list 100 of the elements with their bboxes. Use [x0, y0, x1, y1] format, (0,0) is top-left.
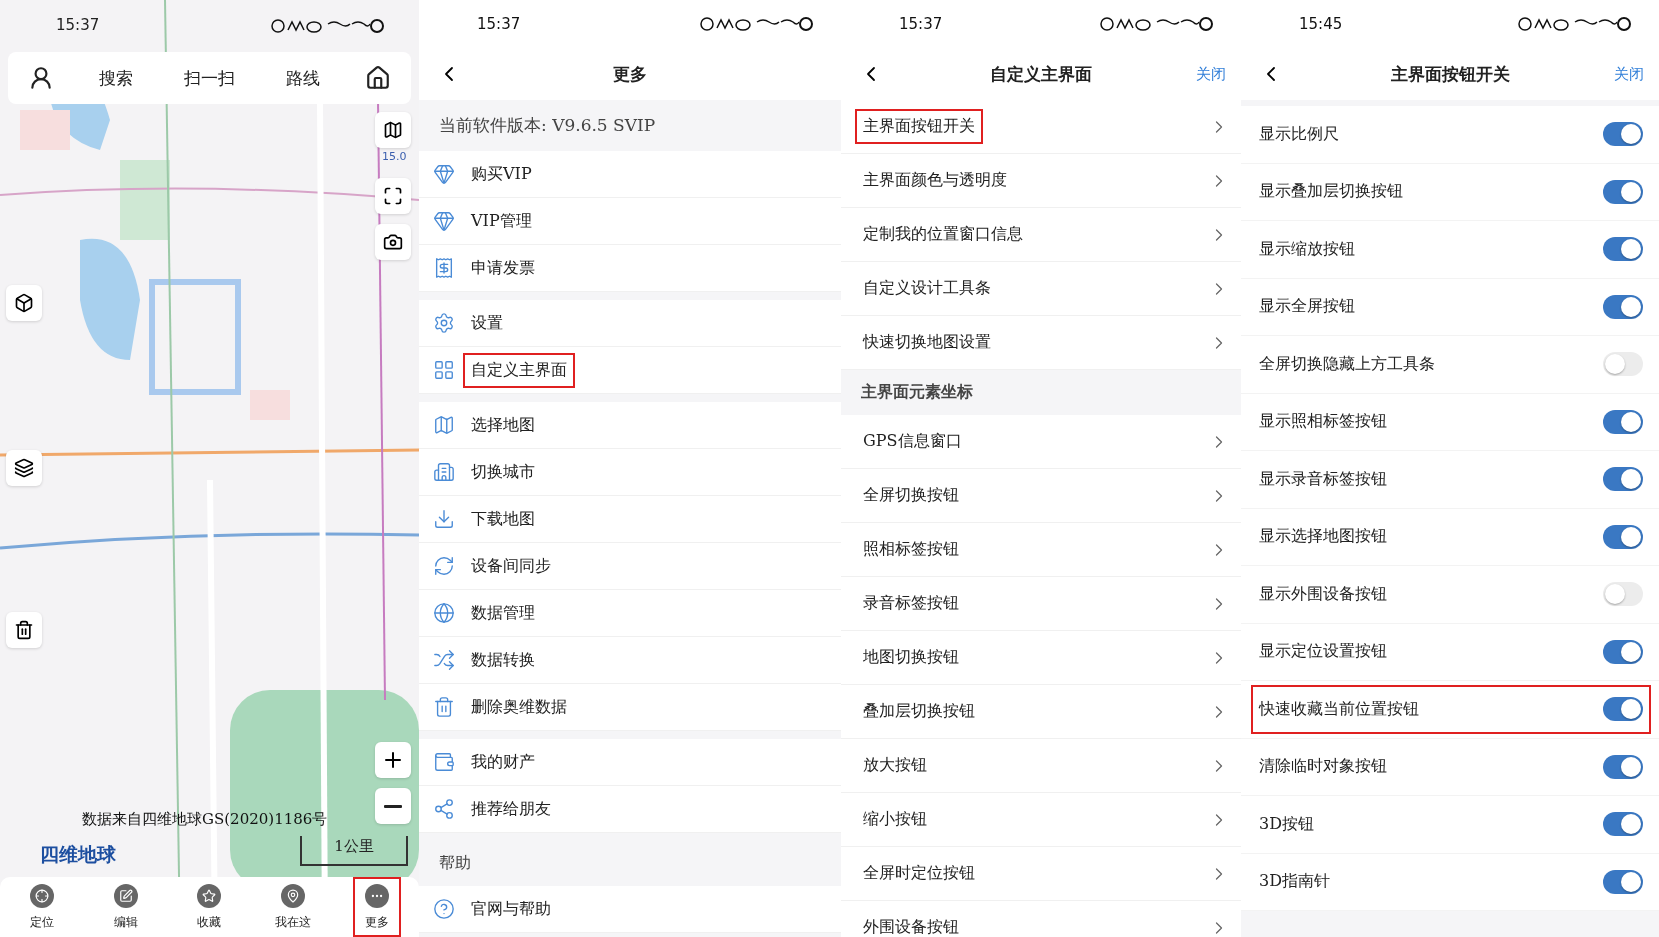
toggle-switch[interactable] [1603, 352, 1643, 377]
shuffle-icon [433, 649, 455, 671]
building-icon [433, 461, 455, 483]
screen-title: 自定义主界面 [989, 62, 1093, 86]
menu-item[interactable]: GPS信息窗口 [855, 424, 970, 459]
setting-label: 3D按钮 [1259, 813, 1314, 835]
menu-item[interactable]: 自定义主界面 [463, 352, 575, 388]
menu-item[interactable]: 数据管理 [463, 595, 543, 631]
close-button[interactable]: 关闭 [1196, 64, 1226, 84]
trash-icon [433, 696, 455, 718]
pin-icon [281, 883, 306, 908]
menu-item[interactable]: 数据转换 [463, 642, 543, 678]
share-icon [433, 798, 455, 820]
nav-tab[interactable]: 定位 [17, 877, 66, 937]
gear-icon [433, 312, 455, 334]
menu-item[interactable]: 推荐给朋友 [463, 791, 559, 827]
crosshair-icon [29, 883, 54, 908]
menu-item[interactable]: 设置 [463, 305, 511, 341]
more-icon [365, 883, 390, 908]
diamond-icon [433, 210, 455, 232]
menu-item[interactable]: 快速切换地图设置 [855, 325, 999, 360]
toggle-switch[interactable] [1603, 179, 1643, 204]
setting-label: 显示定位设置按钮 [1259, 641, 1387, 663]
toggle-switch[interactable] [1603, 237, 1643, 262]
diamond-icon [433, 163, 455, 185]
map-icon [433, 414, 455, 436]
setting-label: 全屏切换隐藏上方工具条 [1259, 353, 1435, 375]
map-attribution: 数据来自四维地球GS(2020)1186号 [82, 810, 328, 829]
menu-item[interactable]: 录音标签按钮 [855, 586, 967, 621]
download-icon [433, 508, 455, 530]
menu-item[interactable]: 主界面按钮开关 [855, 109, 983, 144]
3d-button[interactable] [6, 285, 42, 321]
toggle-switch[interactable] [1603, 754, 1643, 779]
toggle-switch[interactable] [1603, 697, 1643, 722]
setting-label: 3D指南针 [1259, 871, 1330, 893]
nav-tab[interactable]: 我在这 [269, 877, 318, 937]
map-button[interactable] [375, 112, 411, 148]
nav-tab[interactable]: 更多 [353, 877, 402, 937]
menu-item[interactable]: 设备间同步 [463, 548, 559, 584]
zoom-in-button[interactable] [375, 742, 411, 778]
sync-icon [433, 555, 455, 577]
toggle-switch[interactable] [1603, 869, 1643, 894]
toggle-switch[interactable] [1603, 812, 1643, 837]
menu-item[interactable]: 定制我的位置窗口信息 [855, 217, 1031, 252]
close-button[interactable]: 关闭 [1614, 64, 1644, 84]
setting-label: 显示全屏按钮 [1259, 296, 1355, 318]
menu-item[interactable]: 切换城市 [463, 454, 543, 490]
setting-label: 显示录音标签按钮 [1259, 468, 1387, 490]
menu-item[interactable]: VIP管理 [463, 203, 540, 239]
menu-item[interactable]: 外围设备按钮 [855, 910, 967, 937]
nav-tab[interactable]: 编辑 [101, 877, 150, 937]
toolbar-button[interactable]: 路线 [280, 65, 327, 91]
menu-item[interactable]: 主界面颜色与透明度 [855, 163, 1015, 198]
zoom-out-button[interactable] [375, 788, 411, 824]
menu-item[interactable]: 照相标签按钮 [855, 532, 967, 567]
toggle-switch[interactable] [1603, 294, 1643, 319]
menu-item[interactable]: 全屏切换按钮 [855, 478, 967, 513]
menu-item[interactable]: 自定义设计工具条 [855, 271, 999, 306]
help-icon [433, 898, 455, 920]
fullscreen-button[interactable] [375, 178, 411, 214]
status-time: 15:37 [56, 16, 100, 34]
toggle-switch[interactable] [1603, 582, 1643, 607]
setting-label: 显示叠加层切换按钮 [1259, 181, 1403, 203]
scale-bar: 1公里 [300, 836, 408, 866]
toggle-switch[interactable] [1603, 524, 1643, 549]
layers-button[interactable] [6, 450, 42, 486]
screen-title: 更多 [612, 62, 648, 86]
camera-icon [383, 232, 403, 252]
toggle-switch[interactable] [1603, 467, 1643, 492]
toggle-switch[interactable] [1603, 639, 1643, 664]
toolbar-button[interactable]: 扫一扫 [177, 65, 241, 91]
brand-logo: 四维地球 [40, 842, 116, 867]
setting-label: 显示缩放按钮 [1259, 238, 1355, 260]
status-time: 15:45 [1299, 15, 1343, 33]
grid-icon [433, 359, 455, 381]
menu-item[interactable]: 下载地图 [463, 501, 543, 537]
menu-item[interactable]: 购买VIP [463, 156, 540, 192]
menu-item[interactable]: 申请发票 [463, 250, 543, 286]
menu-item[interactable]: 选择地图 [463, 407, 543, 443]
toggle-switch[interactable] [1603, 122, 1643, 147]
menu-item[interactable]: 放大按钮 [855, 748, 935, 783]
camera-button[interactable] [375, 224, 411, 260]
toggle-switch[interactable] [1603, 409, 1643, 434]
nav-tab[interactable]: 收藏 [185, 877, 234, 937]
cube-icon [14, 293, 34, 313]
toolbar-button[interactable]: 搜索 [92, 65, 139, 91]
menu-item[interactable]: 叠加层切换按钮 [855, 694, 983, 729]
setting-label: 显示照相标签按钮 [1259, 411, 1387, 433]
menu-item[interactable]: 地图切换按钮 [855, 640, 967, 675]
menu-item[interactable]: 我的财产 [463, 744, 543, 780]
screen-title: 主界面按钮开关 [1389, 62, 1511, 86]
zoom-level: 15.0 [382, 150, 407, 163]
menu-item[interactable]: 删除奥维数据 [463, 689, 575, 725]
menu-item[interactable]: 缩小按钮 [855, 802, 935, 837]
trash-icon [14, 620, 34, 640]
trash-button[interactable] [6, 612, 42, 648]
menu-item[interactable]: 全屏时定位按钮 [855, 856, 983, 891]
home-icon[interactable] [365, 65, 392, 91]
setting-label: 快速收藏当前位置按钮 [1259, 698, 1419, 720]
menu-item[interactable]: 官网与帮助 [463, 891, 559, 927]
